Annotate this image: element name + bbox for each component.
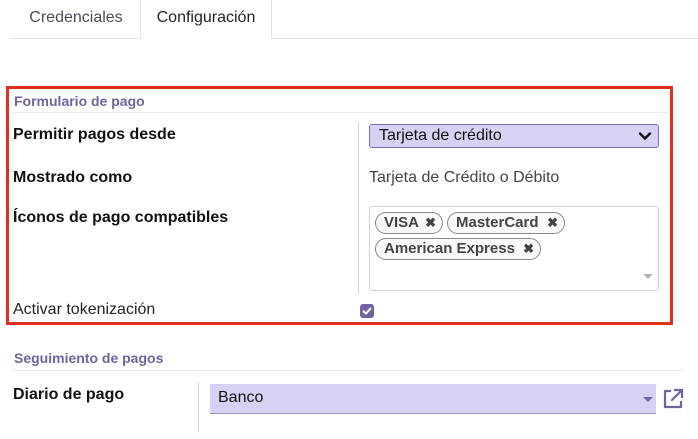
check-icon	[362, 307, 372, 315]
section-separator	[12, 370, 684, 371]
tag-visa: VISA ✖	[375, 212, 443, 234]
tokenization-checkbox[interactable]	[360, 304, 374, 318]
external-link-icon[interactable]	[661, 387, 685, 411]
payment-journal-select[interactable]: Banco	[210, 384, 656, 414]
payment-icons-label: Íconos de pago compatibles	[13, 209, 229, 226]
tag-visa-label: VISA	[384, 214, 420, 231]
tag-american-express-label: American Express	[384, 240, 515, 257]
remove-tag-icon[interactable]: ✖	[523, 239, 534, 259]
allow-payments-value: Tarjeta de crédito	[379, 127, 502, 144]
section-title-payment-followup: Seguimiento de pagos	[14, 350, 164, 366]
displayed-as-label: Mostrado como	[13, 169, 133, 186]
section-separator	[12, 112, 668, 113]
caret-down-icon[interactable]	[643, 274, 653, 279]
tag-mastercard-label: MasterCard	[456, 214, 539, 231]
tag-mastercard: MasterCard ✖	[447, 212, 565, 234]
tokenization-label: Activar tokenización	[13, 301, 156, 318]
remove-tag-icon[interactable]: ✖	[547, 213, 558, 233]
tab-configuracion[interactable]: Configuración	[140, 0, 272, 39]
payment-journal-label: Diario de pago	[13, 386, 125, 403]
allow-payments-select[interactable]: Tarjeta de crédito	[369, 124, 659, 148]
chevron-down-icon	[638, 132, 652, 140]
section-title-payment-form: Formulario de pago	[14, 93, 145, 109]
remove-tag-icon[interactable]: ✖	[425, 213, 436, 233]
payment-journal-value: Banco	[218, 389, 264, 406]
allow-payments-label: Permitir pagos desde	[13, 126, 176, 143]
caret-down-icon	[643, 397, 653, 402]
tag-american-express: American Express ✖	[375, 238, 541, 260]
payment-icons-field[interactable]: VISA ✖ MasterCard ✖ American Express ✖	[369, 206, 659, 291]
field-divider	[198, 382, 199, 432]
field-divider	[358, 122, 359, 294]
displayed-as-value: Tarjeta de Crédito o Débito	[369, 169, 560, 186]
tab-credenciales[interactable]: Credenciales	[12, 0, 140, 39]
